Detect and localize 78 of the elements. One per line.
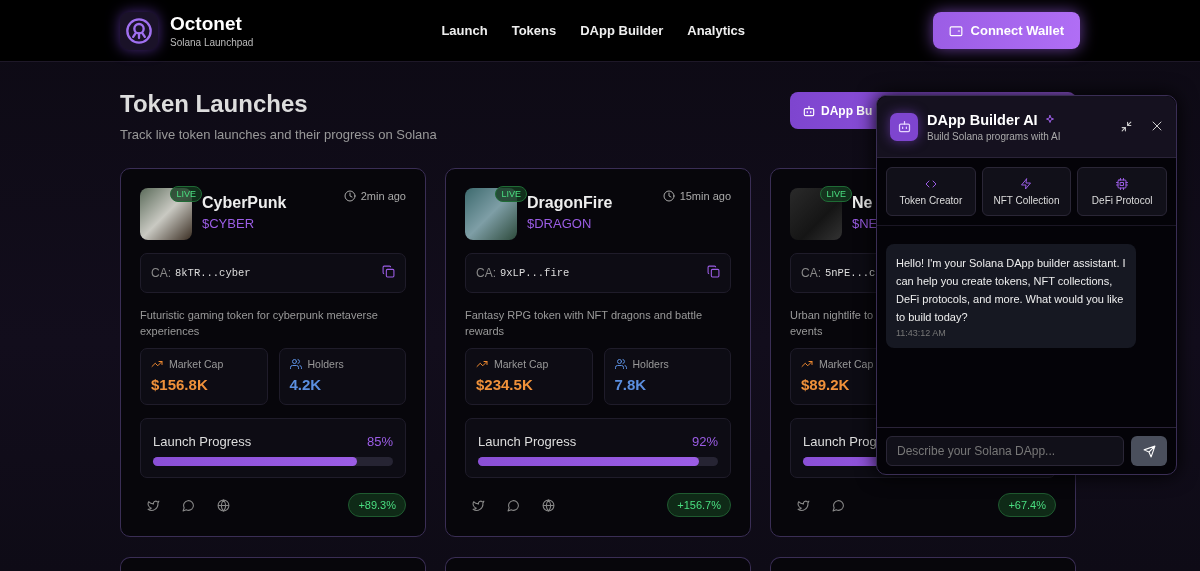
chip-icon: [1116, 177, 1129, 190]
nav-link[interactable]: Launch: [441, 23, 488, 38]
live-badge: LIVE: [170, 186, 202, 202]
users-icon: [289, 358, 302, 371]
contract-address: 9xLP...fire: [500, 266, 570, 279]
holders-value: 7.8K: [614, 376, 648, 394]
holders-value: 4.2K: [289, 376, 323, 394]
token-description: Urban nightlife to events: [790, 307, 874, 339]
stat-label: Market Cap: [494, 358, 549, 371]
users-icon: [614, 358, 627, 371]
robot-icon: [896, 119, 912, 134]
stat-label: Holders: [632, 358, 669, 371]
quick-action-button[interactable]: Token Creator: [886, 167, 976, 216]
bird-icon: [472, 498, 485, 512]
stat-label: Market Cap: [169, 358, 224, 371]
progress-percent: 92%: [691, 434, 718, 450]
token-name: DragonFire: [527, 194, 613, 212]
progress-label: Launch Progress: [153, 434, 252, 450]
progress-percent: 85%: [366, 434, 393, 450]
contract-address: 5nPE...c: [825, 266, 876, 279]
ca-label: CA:: [151, 265, 171, 280]
time-ago: 2min ago: [360, 190, 406, 202]
stat-label: Market Cap: [819, 358, 874, 371]
market-cap-value: $89.2K: [801, 376, 851, 394]
token-ticker: $DRAGON: [527, 216, 593, 231]
clock-icon: [343, 190, 356, 202]
send-button[interactable]: [1131, 436, 1167, 466]
brand-tagline: Solana Launchpad: [170, 37, 254, 48]
octopus-logo-icon: [125, 16, 153, 45]
minimize-icon[interactable]: [1120, 120, 1133, 133]
clock-icon: [662, 190, 675, 202]
progress-label: Launch Progress: [478, 434, 577, 450]
robot-icon: [802, 103, 816, 118]
time-ago: 15min ago: [679, 190, 731, 202]
chat-icon: [507, 498, 520, 512]
market-cap-value: $156.8K: [151, 376, 209, 394]
contract-address: 8kTR...cyber: [175, 266, 251, 279]
nav-link[interactable]: DApp Builder: [580, 23, 664, 38]
token-description: Futuristic gaming token for cyberpunk metaverse experiences: [140, 307, 379, 339]
change-badge: +156.7%: [667, 493, 731, 517]
ca-label: CA:: [476, 265, 496, 280]
live-badge: LIVE: [820, 186, 852, 202]
close-icon[interactable]: [1151, 120, 1163, 132]
nav-link[interactable]: Tokens: [511, 23, 557, 38]
quick-action-button[interactable]: DeFi Protocol: [1077, 167, 1167, 216]
bird-icon: [797, 498, 810, 512]
send-icon: [1142, 444, 1156, 458]
chat-icon: [182, 498, 195, 512]
page-subtitle: Track live token launches and their progress on Solana: [120, 127, 437, 142]
token-ticker: $CYBER: [202, 216, 256, 231]
token-name: CyberPunk: [202, 194, 287, 212]
wallet-icon: [948, 23, 963, 38]
change-badge: +89.3%: [348, 493, 406, 517]
connect-wallet-button[interactable]: Connect Wallet: [932, 12, 1080, 49]
token-description: Fantasy RPG token with NFT dragons and battle rewards: [465, 307, 704, 339]
live-badge: LIVE: [495, 186, 527, 202]
nav-link[interactable]: Analytics: [687, 23, 746, 38]
progress-label: Launch Prog: [803, 434, 877, 450]
assistant-subtitle: Build Solana programs with AI: [927, 130, 1061, 142]
market-cap-value: $234.5K: [476, 376, 534, 394]
ca-label: CA:: [801, 265, 821, 280]
stat-label: Holders: [307, 358, 344, 371]
page-title: Token Launches: [120, 90, 309, 118]
token-ticker: $NE: [852, 216, 878, 231]
assistant-title: DApp Builder AI: [927, 111, 1038, 128]
sparkle-icon: [1043, 113, 1056, 126]
message-time: 11:43:12 AM: [896, 328, 947, 338]
quick-action-button[interactable]: NFT Collection: [981, 167, 1072, 216]
bird-icon: [147, 498, 160, 512]
copy-icon[interactable]: [382, 264, 395, 278]
copy-icon[interactable]: [707, 264, 720, 278]
token-name: Ne: [852, 194, 874, 212]
change-badge: +67.4%: [998, 493, 1056, 517]
message-input[interactable]: Describe your Solana DApp...: [886, 436, 1124, 466]
chat-icon: [832, 498, 845, 512]
lightning-icon: [1020, 177, 1033, 190]
brand-name: Octonet: [170, 13, 243, 35]
message-text: Hello! I'm your Solana DApp builder assistant. I can help you create tokens, NFT collections, DeFi protocols, and more. What would you like to build today?: [896, 256, 1126, 325]
